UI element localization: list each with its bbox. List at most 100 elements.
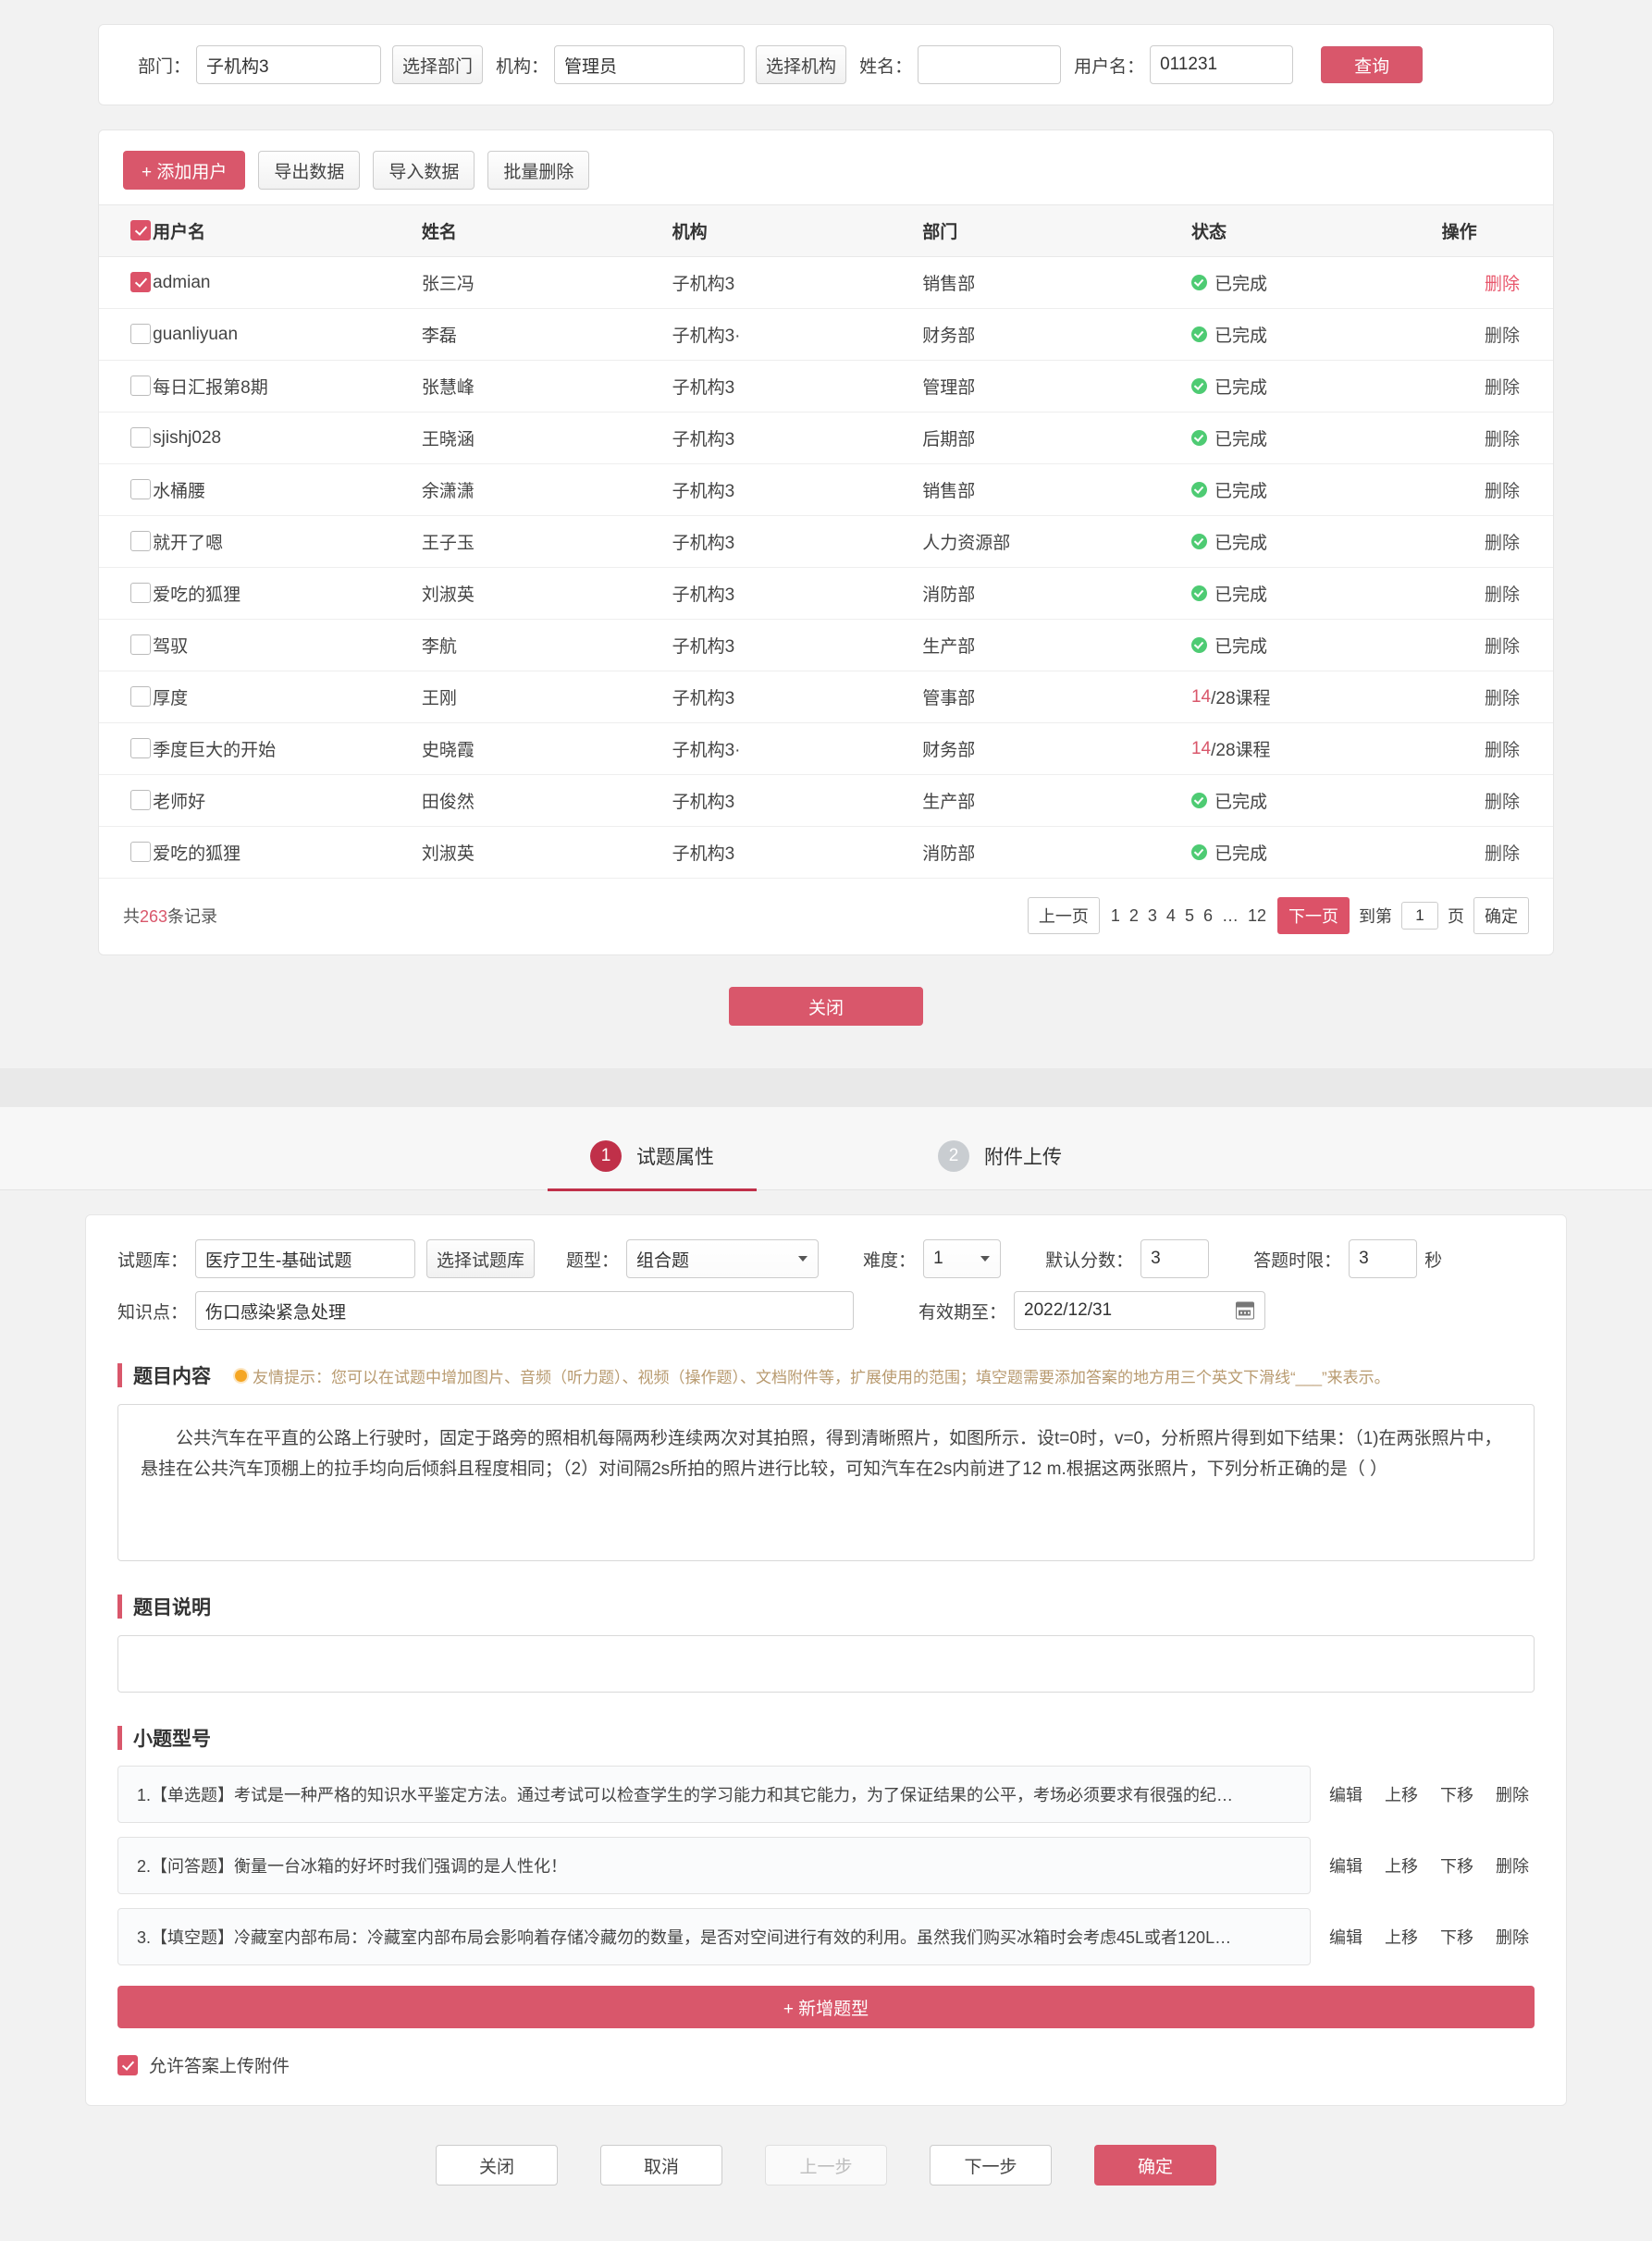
- table-row[interactable]: 爱吃的狐狸 刘淑英 子机构3 消防部 已完成 删除: [99, 567, 1553, 620]
- row-checkbox[interactable]: [130, 272, 151, 293]
- calendar-icon[interactable]: [1236, 1301, 1255, 1320]
- page-number[interactable]: …: [1217, 906, 1243, 925]
- subtype-action[interactable]: 删除: [1496, 1853, 1529, 1878]
- dept-input[interactable]: [196, 45, 382, 84]
- table-row[interactable]: 驾驭 李航 子机构3 生产部 已完成 删除: [99, 619, 1553, 671]
- delete-row-link[interactable]: 删除: [1485, 793, 1520, 812]
- delete-row-link[interactable]: 删除: [1485, 844, 1520, 864]
- export-data-button[interactable]: 导出数据: [258, 151, 361, 190]
- subtype-text[interactable]: 3.【填空题】冷藏室内部布局：冷藏室内部布局会影响着存储冷藏勿的数量，是否对空间…: [117, 1908, 1311, 1965]
- subtype-action[interactable]: 删除: [1496, 1782, 1529, 1806]
- select-dept-button[interactable]: 选择部门: [392, 45, 484, 84]
- batch-delete-button[interactable]: 批量删除: [487, 151, 590, 190]
- difficulty-select[interactable]: 1: [923, 1239, 1002, 1278]
- tab-question-attributes[interactable]: 1 试题属性: [548, 1131, 757, 1191]
- subtypes-title: 小题型号: [133, 1729, 211, 1750]
- delete-row-link[interactable]: 删除: [1485, 378, 1520, 398]
- table-row[interactable]: 厚度 王刚 子机构3 管事部 14/28课程 删除: [99, 671, 1553, 723]
- row-checkbox[interactable]: [130, 686, 151, 708]
- valid-date-input[interactable]: [1014, 1291, 1266, 1330]
- subtype-action[interactable]: 上移: [1385, 1925, 1418, 1949]
- table-row[interactable]: 爱吃的狐狸 刘淑英 子机构3 消防部 已完成 删除: [99, 826, 1553, 879]
- delete-row-link[interactable]: 删除: [1485, 534, 1520, 553]
- row-checkbox[interactable]: [130, 842, 151, 863]
- select-org-button[interactable]: 选择机构: [756, 45, 847, 84]
- name-input[interactable]: [918, 45, 1062, 84]
- close-panel-button[interactable]: 关闭: [729, 987, 923, 1026]
- subtype-action[interactable]: 下移: [1440, 1853, 1473, 1878]
- row-checkbox[interactable]: [130, 376, 151, 397]
- add-user-button[interactable]: + 添加用户: [123, 151, 246, 190]
- row-checkbox[interactable]: [130, 324, 151, 345]
- subtype-action[interactable]: 上移: [1385, 1782, 1418, 1806]
- timelimit-input[interactable]: [1349, 1239, 1418, 1278]
- next-page-button[interactable]: 下一页: [1277, 897, 1350, 934]
- subtype-action[interactable]: 编辑: [1329, 1853, 1362, 1878]
- delete-row-link[interactable]: 删除: [1485, 689, 1520, 708]
- add-subtype-button[interactable]: + 新增题型: [117, 1986, 1535, 2028]
- delete-row-link[interactable]: 删除: [1485, 275, 1520, 294]
- question-type-select[interactable]: 组合题: [626, 1239, 820, 1278]
- score-input[interactable]: [1140, 1239, 1210, 1278]
- page-number[interactable]: 6: [1199, 906, 1217, 925]
- select-bank-button[interactable]: 选择试题库: [426, 1239, 536, 1278]
- table-row[interactable]: guanliyuan 李磊 子机构3· 财务部 已完成 删除: [99, 308, 1553, 361]
- table-row[interactable]: sjishj028 王晓涵 子机构3 后期部 已完成 删除: [99, 412, 1553, 464]
- page-number[interactable]: 1: [1106, 906, 1125, 925]
- page-number[interactable]: 3: [1143, 906, 1162, 925]
- delete-row-link[interactable]: 删除: [1485, 741, 1520, 760]
- footer-cancel-button[interactable]: 取消: [600, 2145, 722, 2186]
- footer-close-button[interactable]: 关闭: [436, 2145, 558, 2186]
- goto-page-input[interactable]: [1401, 902, 1438, 930]
- row-checkbox[interactable]: [130, 738, 151, 759]
- table-row[interactable]: 季度巨大的开始 史晓霞 子机构3· 财务部 14/28课程 删除: [99, 722, 1553, 775]
- subtype-text[interactable]: 2.【问答题】衡量一台冰箱的好坏时我们强调的是人性化！: [117, 1837, 1311, 1894]
- description-editor[interactable]: [117, 1635, 1535, 1693]
- table-row[interactable]: 就开了嗯 王子玉 子机构3 人力资源部 已完成 删除: [99, 515, 1553, 568]
- table-row[interactable]: admian 张三冯 子机构3 销售部 已完成 删除: [99, 256, 1553, 309]
- goto-confirm-button[interactable]: 确定: [1473, 897, 1529, 934]
- row-checkbox[interactable]: [130, 531, 151, 552]
- allow-attachment-checkbox[interactable]: [117, 2054, 138, 2075]
- valid-date-field[interactable]: [1014, 1291, 1266, 1330]
- row-checkbox[interactable]: [130, 634, 151, 656]
- username-input[interactable]: [1150, 45, 1294, 84]
- page-number[interactable]: 5: [1180, 906, 1199, 925]
- tab-attachment-upload[interactable]: 2 附件上传: [895, 1131, 1104, 1191]
- subtype-action[interactable]: 编辑: [1329, 1782, 1362, 1806]
- question-content-editor[interactable]: 公共汽车在平直的公路上行驶时，固定于路旁的照相机每隔两秒连续两次对其拍照，得到清…: [117, 1404, 1535, 1561]
- knowledge-input[interactable]: [195, 1291, 855, 1330]
- delete-row-link[interactable]: 删除: [1485, 585, 1520, 605]
- subtype-action[interactable]: 编辑: [1329, 1925, 1362, 1949]
- goto-suffix: 页: [1448, 907, 1464, 926]
- delete-row-link[interactable]: 删除: [1485, 430, 1520, 449]
- bank-input[interactable]: [195, 1239, 416, 1278]
- subtype-action[interactable]: 下移: [1440, 1782, 1473, 1806]
- subtype-action[interactable]: 删除: [1496, 1925, 1529, 1949]
- header-org: 机构: [672, 204, 923, 257]
- footer-next-step-button[interactable]: 下一步: [930, 2145, 1052, 2186]
- select-all-checkbox[interactable]: [130, 220, 151, 241]
- page-number[interactable]: 4: [1162, 906, 1180, 925]
- subtype-action[interactable]: 下移: [1440, 1925, 1473, 1949]
- table-row[interactable]: 老师好 田俊然 子机构3 生产部 已完成 删除: [99, 774, 1553, 827]
- row-checkbox[interactable]: [130, 479, 151, 500]
- org-input[interactable]: [554, 45, 746, 84]
- table-row[interactable]: 水桶腰 余潇潇 子机构3 销售部 已完成 删除: [99, 463, 1553, 516]
- import-data-button[interactable]: 导入数据: [373, 151, 475, 190]
- delete-row-link[interactable]: 删除: [1485, 637, 1520, 657]
- page-number[interactable]: 2: [1125, 906, 1143, 925]
- query-button[interactable]: 查询: [1321, 46, 1424, 83]
- page-number[interactable]: 12: [1243, 906, 1271, 925]
- footer-confirm-button[interactable]: 确定: [1094, 2145, 1216, 2186]
- row-checkbox[interactable]: [130, 583, 151, 604]
- delete-row-link[interactable]: 删除: [1485, 482, 1520, 501]
- row-checkbox[interactable]: [130, 427, 151, 449]
- subtype-action[interactable]: 上移: [1385, 1853, 1418, 1878]
- prev-page-button[interactable]: 上一页: [1027, 897, 1100, 934]
- table-row[interactable]: 每日汇报第8期 张慧峰 子机构3 管理部 已完成 删除: [99, 360, 1553, 412]
- delete-row-link[interactable]: 删除: [1485, 326, 1520, 346]
- name-label: 姓名：: [859, 56, 913, 77]
- row-checkbox[interactable]: [130, 790, 151, 811]
- subtype-text[interactable]: 1.【单选题】考试是一种严格的知识水平鉴定方法。通过考试可以检查学生的学习能力和…: [117, 1766, 1311, 1823]
